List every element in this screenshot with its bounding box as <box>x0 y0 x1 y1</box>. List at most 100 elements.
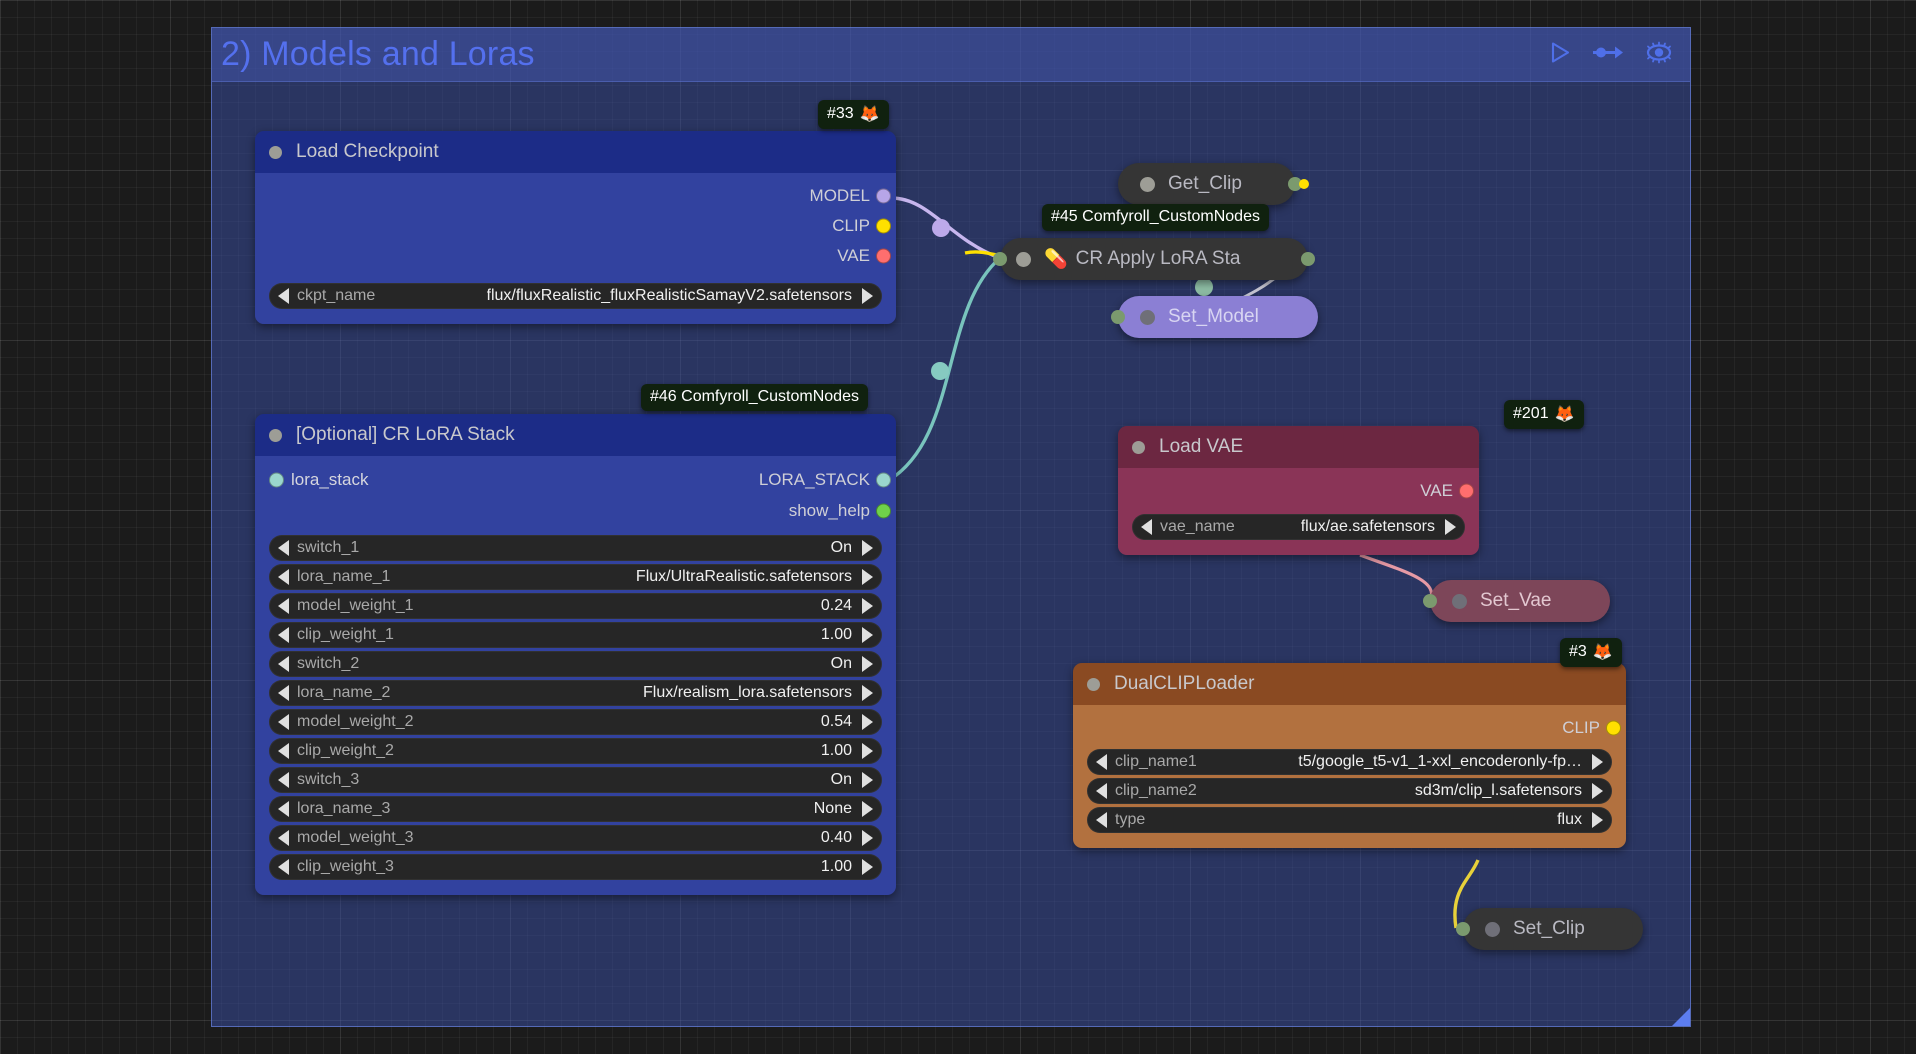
group-tools[interactable] <box>1548 40 1674 69</box>
prev-arrow-icon[interactable] <box>278 656 289 672</box>
node-title-bar[interactable]: [Optional] CR LoRA Stack <box>255 414 896 456</box>
node-badge-46[interactable]: #46 Comfyroll_CustomNodes <box>641 384 868 411</box>
next-arrow-icon[interactable] <box>862 685 873 701</box>
node-get-clip[interactable]: Get_Clip <box>1118 163 1309 205</box>
node-badge-33[interactable]: #33 🦊 <box>818 100 889 129</box>
next-arrow-icon[interactable] <box>1592 783 1603 799</box>
widget-clip-name1[interactable]: clip_name1 t5/google_t5-v1_1-xxl_encoder… <box>1087 749 1612 775</box>
node-title-bar[interactable]: DualCLIPLoader <box>1073 663 1626 705</box>
prev-arrow-icon[interactable] <box>1141 519 1152 535</box>
prev-arrow-icon[interactable] <box>278 685 289 701</box>
node-set-model[interactable]: Set_Model <box>1111 296 1318 338</box>
port-output[interactable] <box>1301 252 1315 266</box>
output-slot-show-help[interactable]: show_help <box>255 496 896 526</box>
port-lora-stack-out[interactable] <box>876 472 891 488</box>
next-arrow-icon[interactable] <box>862 859 873 875</box>
port-clip[interactable] <box>1606 720 1621 736</box>
prev-arrow-icon[interactable] <box>1096 754 1107 770</box>
widget-model-weight-2[interactable]: model_weight_2 0.54 <box>269 709 882 735</box>
widget-switch-3[interactable]: switch_3 On <box>269 767 882 793</box>
widget-clip-weight-2[interactable]: clip_weight_2 1.00 <box>269 738 882 764</box>
prev-arrow-icon[interactable] <box>278 743 289 759</box>
prev-arrow-icon[interactable] <box>278 772 289 788</box>
port-model[interactable] <box>876 188 891 204</box>
port-vae[interactable] <box>876 248 891 264</box>
next-arrow-icon[interactable] <box>862 830 873 846</box>
widget-model-weight-3[interactable]: model_weight_3 0.40 <box>269 825 882 851</box>
collapse-dot-icon[interactable] <box>1452 593 1467 609</box>
group-header[interactable]: 2) Models and Loras <box>212 28 1690 82</box>
next-arrow-icon[interactable] <box>1592 812 1603 828</box>
output-slot-vae[interactable]: VAE <box>1118 476 1479 506</box>
next-arrow-icon[interactable] <box>1592 754 1603 770</box>
widget-ckpt-name[interactable]: ckpt_name flux/fluxRealistic_fluxRealist… <box>269 283 882 309</box>
node-cr-lora-stack[interactable]: [Optional] CR LoRA Stack lora_stack LORA… <box>255 414 896 895</box>
widget-lora-name-3[interactable]: lora_name_3 None <box>269 796 882 822</box>
next-arrow-icon[interactable] <box>862 772 873 788</box>
output-slot-model[interactable]: MODEL <box>255 181 896 211</box>
next-arrow-icon[interactable] <box>862 801 873 817</box>
prev-arrow-icon[interactable] <box>278 569 289 585</box>
widget-lora-name-1[interactable]: lora_name_1 Flux/UltraRealistic.safetenso… <box>269 564 882 590</box>
port-vae[interactable] <box>1459 483 1474 499</box>
node-title-bar[interactable]: Load Checkpoint <box>255 131 896 173</box>
node-badge-201[interactable]: #201 🦊 <box>1504 400 1584 429</box>
collapse-dot-icon[interactable] <box>1140 309 1155 325</box>
widget-clip-weight-1[interactable]: clip_weight_1 1.00 <box>269 622 882 648</box>
node-graph-canvas[interactable]: 2) Models and Loras #33 🦊 #45 Comfyroll_… <box>0 0 1916 1054</box>
port-input[interactable] <box>1423 594 1437 608</box>
widget-lora-name-2[interactable]: lora_name_2 Flux/realism_lora.safetensors <box>269 680 882 706</box>
node-title-bar[interactable]: Load VAE <box>1118 426 1479 468</box>
next-arrow-icon[interactable] <box>862 598 873 614</box>
collapse-dot-icon[interactable] <box>1016 251 1031 267</box>
port-show-help[interactable] <box>876 503 891 519</box>
node-load-vae[interactable]: Load VAE VAE vae_name flux/ae.safetensor… <box>1118 426 1479 555</box>
output-slot-clip[interactable]: CLIP <box>1073 713 1626 743</box>
prev-arrow-icon[interactable] <box>278 627 289 643</box>
next-arrow-icon[interactable] <box>862 627 873 643</box>
collapse-dot-icon[interactable] <box>1132 440 1145 454</box>
bypass-group-icon[interactable] <box>1593 42 1623 67</box>
prev-arrow-icon[interactable] <box>278 714 289 730</box>
collapse-dot-icon[interactable] <box>1485 921 1500 937</box>
output-slot-clip[interactable]: CLIP <box>255 211 896 241</box>
port-input[interactable] <box>1456 922 1470 936</box>
prev-arrow-icon[interactable] <box>278 598 289 614</box>
widget-clip-name2[interactable]: clip_name2 sd3m/clip_l.safetensors <box>1087 778 1612 804</box>
next-arrow-icon[interactable] <box>862 540 873 556</box>
widget-switch-1[interactable]: switch_1 On <box>269 535 882 561</box>
prev-arrow-icon[interactable] <box>278 830 289 846</box>
collapse-dot-icon[interactable] <box>1087 677 1100 691</box>
prev-arrow-icon[interactable] <box>278 859 289 875</box>
output-slot-vae[interactable]: VAE <box>255 241 896 271</box>
prev-arrow-icon[interactable] <box>278 288 289 304</box>
widget-type[interactable]: type flux <box>1087 807 1612 833</box>
collapse-dot-icon[interactable] <box>269 428 282 442</box>
prev-arrow-icon[interactable] <box>278 540 289 556</box>
group-resize-handle[interactable] <box>1672 1008 1690 1026</box>
run-group-icon[interactable] <box>1548 40 1572 69</box>
collapse-dot-icon[interactable] <box>269 145 282 159</box>
next-arrow-icon[interactable] <box>862 714 873 730</box>
port-lora-stack-in[interactable] <box>269 472 284 488</box>
prev-arrow-icon[interactable] <box>1096 783 1107 799</box>
eye-icon[interactable] <box>1644 40 1674 69</box>
collapse-dot-icon[interactable] <box>1140 176 1155 192</box>
node-dual-clip-loader[interactable]: DualCLIPLoader CLIP clip_name1 t5/google… <box>1073 663 1626 848</box>
widget-clip-weight-3[interactable]: clip_weight_3 1.00 <box>269 854 882 880</box>
node-set-clip[interactable]: Set_Clip <box>1456 908 1643 950</box>
node-set-vae[interactable]: Set_Vae <box>1423 580 1610 622</box>
next-arrow-icon[interactable] <box>862 288 873 304</box>
node-cr-apply-lora-stack[interactable]: 💊 CR Apply LoRA Sta <box>993 238 1315 280</box>
node-badge-3[interactable]: #3 🦊 <box>1560 638 1622 667</box>
node-load-checkpoint[interactable]: Load Checkpoint MODEL CLIP VAE ckpt_name… <box>255 131 896 324</box>
port-input[interactable] <box>1111 310 1125 324</box>
widget-vae-name[interactable]: vae_name flux/ae.safetensors <box>1132 514 1465 540</box>
widget-model-weight-1[interactable]: model_weight_1 0.24 <box>269 593 882 619</box>
next-arrow-icon[interactable] <box>1445 519 1456 535</box>
node-badge-45[interactable]: #45 Comfyroll_CustomNodes <box>1042 204 1269 231</box>
prev-arrow-icon[interactable] <box>1096 812 1107 828</box>
port-clip[interactable] <box>876 218 891 234</box>
port-input[interactable] <box>993 252 1007 266</box>
next-arrow-icon[interactable] <box>862 569 873 585</box>
